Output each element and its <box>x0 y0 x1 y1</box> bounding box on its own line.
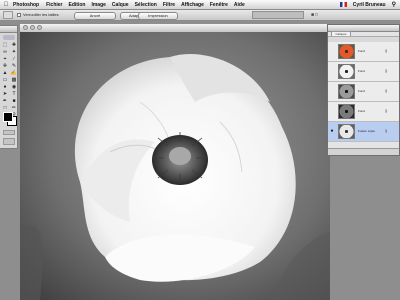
menu-fenetre[interactable]: Fenêtre <box>207 2 231 8</box>
layer-link-icon: § <box>385 128 388 133</box>
screen-mode-toggle[interactable] <box>3 138 15 145</box>
layer-name: Fusion copie <box>358 129 376 133</box>
window-buttons <box>23 25 42 30</box>
resize-lock-label: Verrouiller les tailles <box>23 12 59 17</box>
layer-thumbnail <box>338 64 355 79</box>
path-select-tool-icon[interactable]: ➤ <box>1 91 9 97</box>
eyedropper-tool-icon[interactable]: ✏ <box>10 105 18 111</box>
feather-logo-icon[interactable] <box>2 35 15 40</box>
layer-name: Fond <box>358 69 365 73</box>
menu-fichier[interactable]: Fichier <box>43 2 65 8</box>
pen-tool-icon[interactable]: ✒ <box>1 98 9 104</box>
layer-row-selected[interactable]: ● Fusion copie § <box>328 122 399 142</box>
shape-tool-icon[interactable]: ■ <box>10 98 18 104</box>
lasso-tool-icon[interactable]: ∞ <box>1 49 9 55</box>
toolbox-header[interactable] <box>0 26 17 33</box>
layer-link-icon: § <box>385 108 388 113</box>
actual-pixels-button[interactable]: Ancré <box>74 12 116 20</box>
layer-link-icon: § <box>385 88 388 93</box>
resize-lock-checkbox[interactable] <box>17 13 21 17</box>
layer-thumbnail <box>338 104 355 119</box>
type-tool-icon[interactable]: T <box>10 91 18 97</box>
eraser-tool-icon[interactable]: ▭ <box>1 77 9 83</box>
notes-tool-icon[interactable]: □ <box>1 105 9 111</box>
layer-name: Fond <box>358 109 365 113</box>
color-swatches[interactable] <box>3 112 17 126</box>
minimize-window-icon[interactable] <box>30 25 35 30</box>
layer-row[interactable]: Fond § <box>328 82 399 102</box>
menu-filtre[interactable]: Filtre <box>160 2 178 8</box>
layer-name: Fond <box>358 49 365 53</box>
layer-thumbnail <box>338 84 355 99</box>
menu-extras: Cyril Bruneau ⚲ <box>339 0 396 9</box>
print-size-button[interactable]: Impression <box>138 12 178 20</box>
menu-selection[interactable]: Sélection <box>132 2 160 8</box>
menu-edition[interactable]: Edition <box>66 2 89 8</box>
foreground-color-swatch[interactable] <box>3 112 13 122</box>
palette-footer[interactable] <box>328 148 399 155</box>
magic-wand-tool-icon[interactable]: ✦ <box>10 49 18 55</box>
move-tool-icon[interactable]: ✚ <box>10 42 18 48</box>
layer-thumbnail <box>338 124 355 139</box>
menu-calque[interactable]: Calque <box>109 2 132 8</box>
spotlight-icon[interactable]: ⚲ <box>392 1 396 8</box>
layer-link-icon: § <box>385 68 388 73</box>
history-brush-tool-icon[interactable]: ✍ <box>10 70 18 76</box>
french-flag-icon[interactable] <box>339 2 347 7</box>
tool-grid: ⬚ ✚ ∞ ✦ ⌖ ∕ ✙ ✎ ▲ ✍ ▭ ▩ ● ◉ ➤ T ✒ ■ □ ✏ … <box>0 42 17 118</box>
brush-tool-icon[interactable]: ✎ <box>10 63 18 69</box>
poppy-photo <box>20 32 330 300</box>
gradient-tool-icon[interactable]: ▩ <box>10 77 18 83</box>
crop-tool-icon[interactable]: ⌖ <box>1 56 9 62</box>
layers-palette: Calques Fond § Fond § Fond § Fond § ● Fu… <box>327 24 400 156</box>
marquee-tool-icon[interactable]: ⬚ <box>1 42 9 48</box>
healing-tool-icon[interactable]: ✙ <box>1 63 9 69</box>
menu-affichage[interactable]: Affichage <box>178 2 207 8</box>
apple-icon[interactable]:  <box>0 2 12 8</box>
palette-well[interactable] <box>252 11 304 19</box>
zoom-window-icon[interactable] <box>37 25 42 30</box>
image-canvas[interactable] <box>20 32 330 300</box>
document-window <box>20 24 330 300</box>
menu-aide[interactable]: Aide <box>231 2 248 8</box>
blur-tool-icon[interactable]: ● <box>1 84 9 90</box>
layer-row[interactable]: Fond § <box>328 42 399 62</box>
slice-tool-icon[interactable]: ∕ <box>10 56 18 62</box>
close-window-icon[interactable] <box>23 25 28 30</box>
options-bar: Verrouiller les tailles Ancré Adapter à … <box>0 10 400 21</box>
toolbox: ⬚ ✚ ∞ ✦ ⌖ ∕ ✙ ✎ ▲ ✍ ▭ ▩ ● ◉ ➤ T ✒ ■ □ ✏ … <box>0 25 18 149</box>
layer-name: Fond <box>358 89 365 93</box>
zoom-tool-preset-icon[interactable] <box>3 11 13 19</box>
menu-app[interactable]: Photoshop <box>12 2 43 8</box>
menu-image[interactable]: Image <box>88 2 108 8</box>
dodge-tool-icon[interactable]: ◉ <box>10 84 18 90</box>
layer-thumbnail <box>338 44 355 59</box>
eye-icon[interactable]: ● <box>329 128 335 134</box>
stamp-tool-icon[interactable]: ▲ <box>1 70 9 76</box>
user-name[interactable]: Cyril Bruneau <box>353 2 386 8</box>
quick-mask-toggle[interactable] <box>3 130 15 135</box>
layer-row[interactable]: Fond § <box>328 62 399 82</box>
layer-list: Fond § Fond § Fond § Fond § ● Fusion cop… <box>328 42 399 142</box>
layer-link-icon: § <box>385 48 388 53</box>
window-controls-icon[interactable]: ■□ <box>311 12 319 18</box>
menu-bar:  Photoshop Fichier Edition Image Calque… <box>0 0 400 10</box>
layer-row[interactable]: Fond § <box>328 102 399 122</box>
